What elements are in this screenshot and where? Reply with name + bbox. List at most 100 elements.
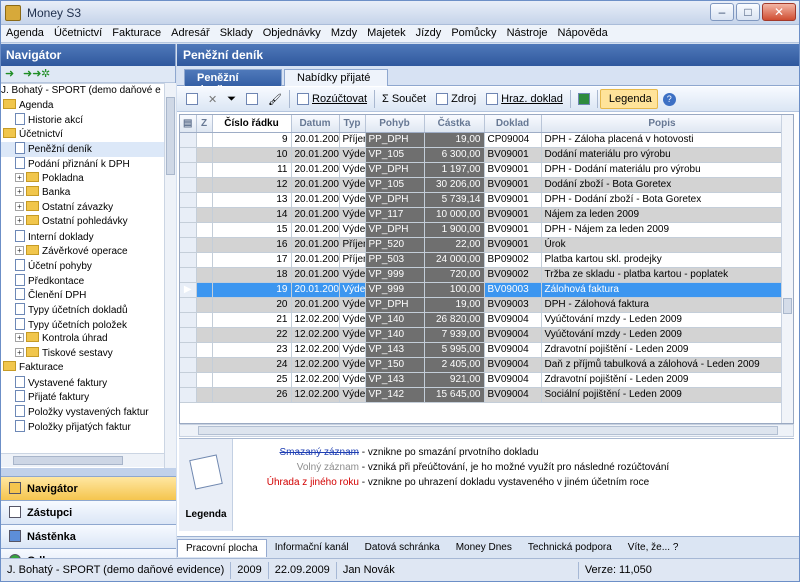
table-row[interactable]: 2512.02.2009VýdejVP_143921,00BV09004Zdra… (180, 372, 784, 388)
expand-icon[interactable]: + (15, 333, 24, 343)
cell-castka[interactable]: 1 197,00 (424, 162, 485, 178)
bottom-tab[interactable]: Pracovní plocha (177, 538, 267, 557)
zdroj-button[interactable]: Zdroj (431, 89, 481, 109)
cell-doklad[interactable]: BV09003 (484, 297, 542, 313)
print-button[interactable] (241, 89, 263, 109)
cell-date[interactable]: 12.02.2009 (291, 357, 340, 373)
scroll-thumb[interactable] (166, 97, 175, 175)
table-row[interactable]: 1420.01.2009VýdejVP_11710 000,00BV09001N… (180, 207, 784, 223)
cell-doklad[interactable]: BV09004 (484, 357, 542, 373)
cell-typ[interactable]: Výdej (339, 207, 366, 223)
scroll-thumb[interactable] (13, 456, 123, 465)
expand-icon[interactable]: + (15, 245, 24, 255)
cell-date[interactable]: 20.01.2009 (291, 282, 340, 298)
row-flag[interactable] (196, 312, 213, 328)
cell-doklad[interactable]: BV09002 (484, 267, 542, 283)
cell-date[interactable]: 12.02.2009 (291, 327, 340, 343)
row-flag[interactable] (196, 327, 213, 343)
cell-pohyb[interactable]: PP_DPH (365, 132, 425, 148)
menu-item[interactable]: Majetek (362, 25, 411, 42)
tab-penezni-denik[interactable]: Peněžní deník (184, 69, 282, 96)
maximize-button[interactable]: □ (736, 3, 760, 21)
tab-nabidky-prijate[interactable]: Nabídky přijaté (284, 69, 388, 86)
cell-doklad[interactable]: BV09001 (484, 237, 542, 253)
row-flag[interactable] (196, 297, 213, 313)
cell-castka[interactable]: 1 900,00 (424, 222, 485, 238)
cell-date[interactable]: 20.01.2009 (291, 177, 340, 193)
double-forward-arrow-icon[interactable]: ➜➜ (23, 69, 41, 80)
navigator-button[interactable]: Navigátor (1, 476, 176, 500)
row-indicator[interactable] (180, 327, 197, 343)
cell-date[interactable]: 20.01.2009 (291, 132, 340, 148)
bottom-tab[interactable]: Informační kanál (267, 539, 357, 556)
cell-pohyb[interactable]: VP_140 (365, 312, 425, 328)
menu-item[interactable]: Sklady (215, 25, 258, 42)
tool-button[interactable]: 🖌 (263, 89, 287, 109)
cell-popis[interactable]: Dodání materiálu pro výrobu (541, 147, 784, 163)
cell-popis[interactable]: Zdravotní pojištění - Leden 2009 (541, 342, 784, 358)
row-flag[interactable] (196, 237, 213, 253)
cell-castka[interactable]: 22,00 (424, 237, 485, 253)
row-indicator[interactable] (180, 237, 197, 253)
zastupci-button[interactable]: Zástupci (1, 500, 176, 524)
legenda-button[interactable]: Legenda (599, 89, 658, 109)
scroll-thumb[interactable] (783, 298, 792, 314)
grid-horizontal-scrollbar[interactable] (179, 424, 794, 437)
cell-popis[interactable]: DPH - Nájem za leden 2009 (541, 222, 784, 238)
tree-item[interactable]: + Ostatní pohledávky (1, 215, 164, 230)
table-row[interactable]: 2612.02.2009VýdejVP_14215 645,00BV09004S… (180, 387, 784, 403)
menu-item[interactable]: Fakturace (107, 25, 166, 42)
cell-no[interactable]: 20 (212, 297, 292, 313)
cell-doklad[interactable]: BV09004 (484, 372, 542, 388)
menu-item[interactable]: Nápověda (553, 25, 613, 42)
cell-typ[interactable]: Příjem (339, 132, 366, 148)
menu-item[interactable]: Mzdy (326, 25, 362, 42)
rozuctovat-button[interactable]: Rozúčtovat (292, 89, 372, 109)
table-row[interactable]: 1620.01.2009PříjemPP_52022,00BV09001Úrok (180, 237, 784, 253)
cell-popis[interactable]: Úrok (541, 237, 784, 253)
excel-button[interactable] (573, 89, 595, 109)
close-button[interactable]: ✕ (762, 3, 796, 21)
delete-button[interactable]: ✕ (203, 89, 222, 109)
column-popis[interactable]: Popis (541, 115, 784, 133)
tree-item[interactable]: Typy účetních položek (1, 317, 164, 333)
tree-item[interactable]: Účetnictví (1, 127, 164, 143)
tree-item[interactable]: Položky přijatých faktur (1, 419, 164, 435)
row-indicator[interactable] (180, 357, 197, 373)
menu-item[interactable]: Objednávky (258, 25, 326, 42)
cell-typ[interactable]: Výdej (339, 192, 366, 208)
table-row[interactable]: 2112.02.2009VýdejVP_14026 820,00BV09004V… (180, 312, 784, 328)
forward-arrow-icon[interactable]: ➜ (5, 69, 17, 80)
cell-castka[interactable]: 6 300,00 (424, 147, 485, 163)
cell-date[interactable]: 20.01.2009 (291, 162, 340, 178)
cell-date[interactable]: 20.01.2009 (291, 222, 340, 238)
cell-no[interactable]: 18 (212, 267, 292, 283)
cell-popis[interactable]: Platba kartou skl. prodejky (541, 252, 784, 268)
row-indicator[interactable] (180, 192, 197, 208)
row-flag[interactable] (196, 372, 213, 388)
cell-no[interactable]: 19 (212, 282, 292, 298)
table-row[interactable]: 2212.02.2009VýdejVP_1407 939,00BV09004Vy… (180, 327, 784, 343)
cell-no[interactable]: 9 (212, 132, 292, 148)
row-indicator[interactable] (180, 222, 197, 238)
cell-popis[interactable]: DPH - Dodání materiálu pro výrobu (541, 162, 784, 178)
cell-date[interactable]: 20.01.2009 (291, 267, 340, 283)
column-castka[interactable]: Částka (424, 115, 485, 133)
row-indicator[interactable] (180, 372, 197, 388)
minimize-button[interactable]: – (710, 3, 734, 21)
cell-castka[interactable]: 19,00 (424, 297, 485, 313)
cell-doklad[interactable]: BV09001 (484, 147, 542, 163)
cell-pohyb[interactable]: VP_117 (365, 207, 425, 223)
table-row[interactable]: 1820.01.2009VýdejVP_999720,00BV09002Tržb… (180, 267, 784, 283)
row-indicator[interactable] (180, 132, 197, 148)
cell-popis[interactable]: Zálohová faktura (541, 282, 784, 298)
cell-doklad[interactable]: BV09001 (484, 192, 542, 208)
cell-pohyb[interactable]: VP_DPH (365, 192, 425, 208)
tree-item[interactable]: Členění DPH (1, 288, 164, 303)
cell-date[interactable]: 12.02.2009 (291, 372, 340, 388)
cell-castka[interactable]: 2 405,00 (424, 357, 485, 373)
tree-item[interactable]: Agenda (1, 98, 164, 114)
cell-pohyb[interactable]: PP_503 (365, 252, 425, 268)
bottom-tab[interactable]: Datová schránka (357, 539, 448, 556)
cell-typ[interactable]: Výdej (339, 222, 366, 238)
